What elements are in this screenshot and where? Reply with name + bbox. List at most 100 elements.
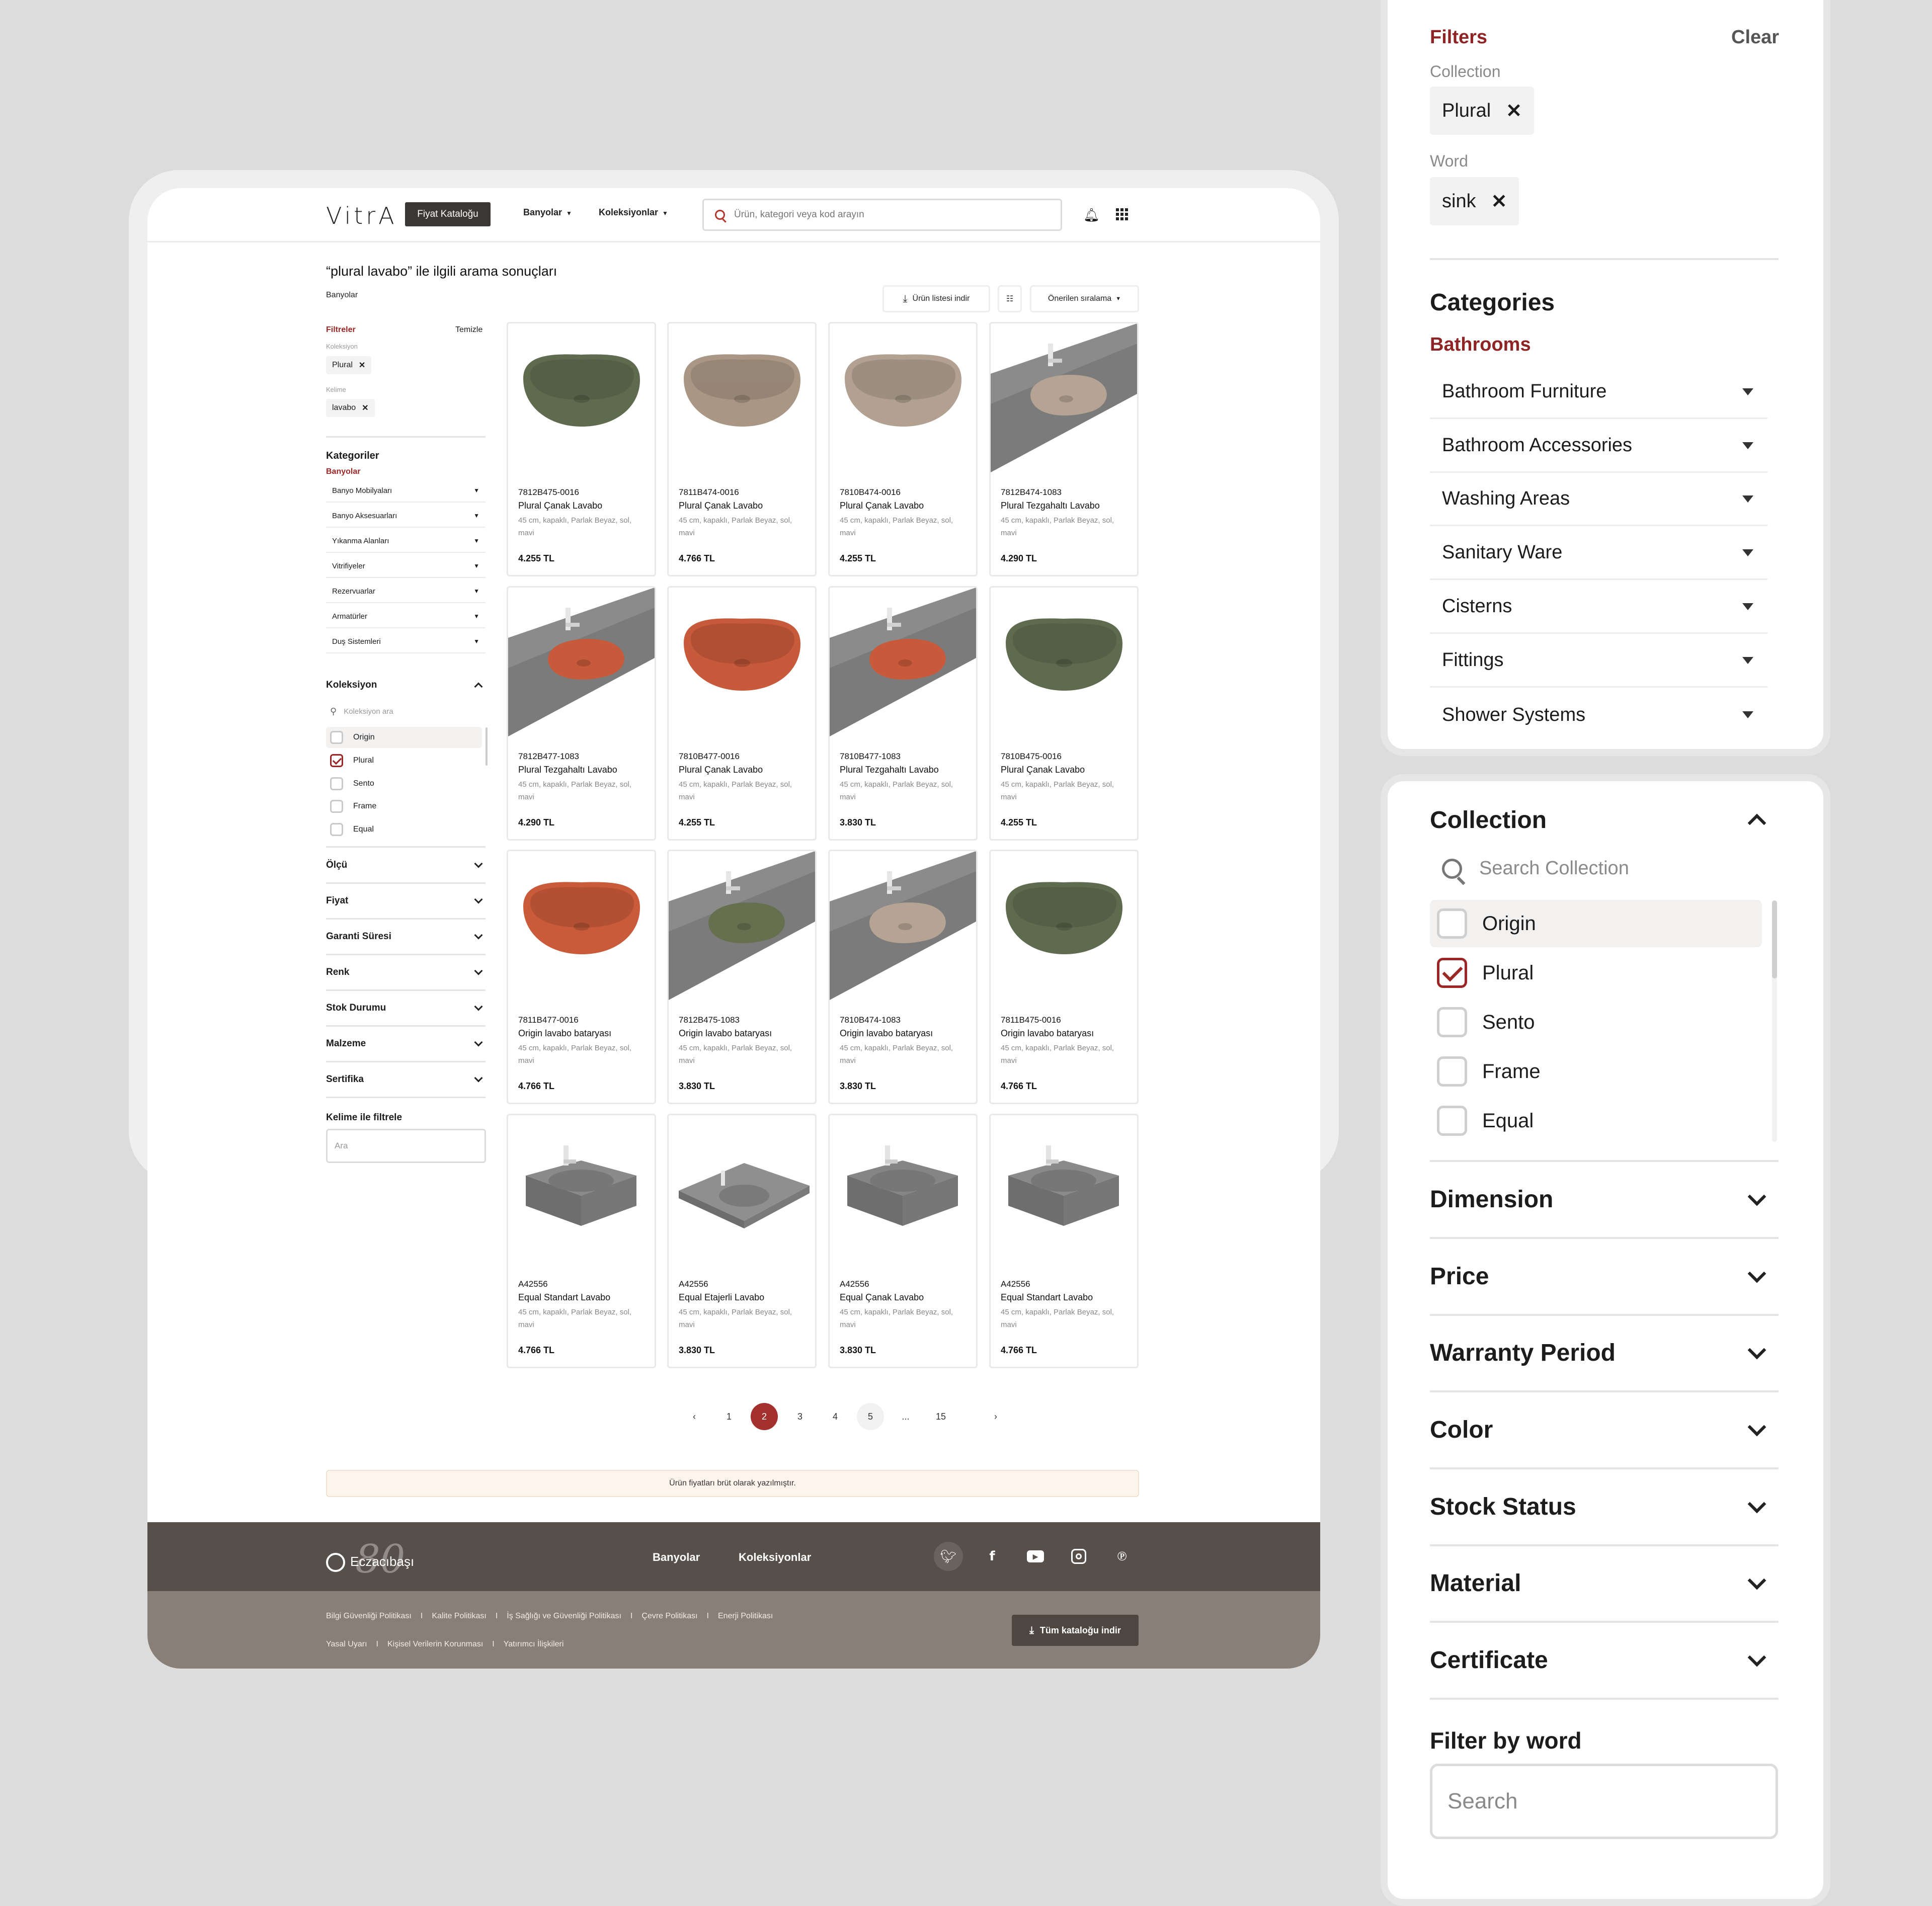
checkbox[interactable] [330, 731, 343, 744]
filter-group-olcu[interactable]: Ölçü [326, 848, 486, 884]
product-card[interactable]: 7811B475-0016 Origin lavabo bataryası 45 c… [989, 850, 1139, 1104]
header-search-input[interactable]: Ürün, kategori veya kod arayın [702, 199, 1062, 231]
product-image[interactable] [830, 1115, 976, 1264]
clear-all-button[interactable]: Clear [1731, 27, 1779, 48]
checkbox[interactable] [1437, 1056, 1467, 1087]
product-card[interactable]: 7812B477-1083 Plural Tezgahaltı Lavabo 45 … [507, 586, 656, 841]
filter-group-renk[interactable]: Renk [326, 955, 486, 991]
eczacibasi-logo[interactable]: 80 Eczacıbaşı [326, 1537, 422, 1582]
product-card[interactable]: A42556 Equal Çanak Lavabo 45 cm, kapaklı, … [828, 1114, 978, 1368]
product-image[interactable] [508, 1115, 655, 1264]
product-card[interactable]: 7811B477-0016 Origin lavabo bataryası 45 c… [507, 850, 656, 1104]
page-button[interactable]: 3 [786, 1403, 814, 1430]
checkbox[interactable] [330, 823, 343, 836]
product-card[interactable]: 7810B477-0016 Plural Çanak Lavabo 45 cm, k… [667, 586, 817, 841]
product-image[interactable] [669, 1115, 815, 1264]
active-filter-chip[interactable]: lavabo ✕ [326, 399, 375, 417]
scrollbar-thumb[interactable] [1772, 900, 1777, 978]
category-item[interactable]: Bathroom Furniture [1430, 366, 1767, 419]
category-item[interactable]: Duş Sistemleri ▼ [326, 630, 486, 653]
nav-banyolar[interactable]: Banyolar ▼ [523, 207, 572, 218]
active-category[interactable]: Bathrooms [1430, 334, 1531, 356]
active-filter-chip[interactable]: Plural ✕ [326, 356, 372, 374]
filter-group-stock[interactable]: Stock Status [1430, 1469, 1779, 1546]
collection-accordion-header[interactable]: Koleksiyon [326, 673, 486, 698]
collection-option[interactable]: Sento [1430, 999, 1762, 1046]
product-card[interactable]: 7810B477-1083 Plural Tezgahaltı Lavabo 45 … [828, 586, 978, 841]
policy-link[interactable]: İş Sağlığı ve Güvenliği Politikası [507, 1612, 621, 1621]
policy-link[interactable]: Yatırımcı İlişkileri [504, 1640, 564, 1649]
product-card[interactable]: 7811B474-0016 Plural Çanak Lavabo 45 cm, k… [667, 322, 817, 576]
policy-link[interactable]: Çevre Politikası [641, 1612, 697, 1621]
pinterest-icon[interactable]: ℗ [1107, 1542, 1137, 1571]
close-icon[interactable]: ✕ [362, 403, 368, 413]
collection-accordion-header[interactable]: Collection [1430, 782, 1779, 858]
product-image[interactable] [508, 588, 655, 736]
word-filter-input[interactable]: Ara [326, 1129, 486, 1163]
category-item[interactable]: Banyo Mobilyaları ▼ [326, 479, 486, 503]
clear-filters-button[interactable]: Temizle [455, 325, 482, 335]
footer-link-banyolar[interactable]: Banyolar [653, 1551, 700, 1564]
category-item[interactable]: Sanitary Ware [1430, 527, 1767, 580]
filter-group-color[interactable]: Color [1430, 1392, 1779, 1469]
twitter-icon[interactable]: 🐦︎ [934, 1542, 963, 1571]
close-icon[interactable]: ✕ [1506, 100, 1522, 122]
filter-group-sertifika[interactable]: Sertifika [326, 1062, 486, 1098]
nav-koleksiyonlar[interactable]: Koleksiyonlar ▼ [599, 207, 668, 218]
collection-option[interactable]: Origin [1430, 900, 1762, 947]
collection-search-input[interactable]: Search Collection [1442, 858, 1629, 885]
page-button[interactable]: 15 [927, 1403, 954, 1430]
product-image[interactable] [991, 588, 1137, 736]
product-card[interactable]: 7810B474-1083 Origin lavabo bataryası 45 c… [828, 850, 978, 1104]
checkbox[interactable] [330, 800, 343, 813]
instagram-icon[interactable] [1064, 1542, 1093, 1571]
collection-option[interactable]: Plural [1430, 949, 1762, 997]
product-card[interactable]: A42556 Equal Etajerli Lavabo 45 cm, kapakl… [667, 1114, 817, 1368]
filter-group-dimension[interactable]: Dimension [1430, 1162, 1779, 1239]
product-card[interactable]: 7812B475-1083 Origin lavabo bataryası 45 c… [667, 850, 817, 1104]
product-card[interactable]: 7810B475-0016 Plural Çanak Lavabo 45 cm, k… [989, 586, 1139, 841]
page-button[interactable]: 1 [715, 1403, 743, 1430]
product-image[interactable] [991, 851, 1137, 1000]
product-image[interactable] [830, 851, 976, 1000]
product-card[interactable]: A42556 Equal Standart Lavabo 45 cm, kapakl… [507, 1114, 656, 1368]
category-item[interactable]: Vitrifiyeler ▼ [326, 555, 486, 578]
download-catalog-button[interactable]: ⤓ Tüm kataloğu indir [1012, 1615, 1139, 1646]
category-item[interactable]: Washing Areas [1430, 473, 1767, 526]
category-item[interactable]: Banyo Aksesuarları ▼ [326, 505, 486, 528]
footer-link-koleksiyonlar[interactable]: Koleksiyonlar [739, 1551, 811, 1564]
breadcrumb[interactable]: Banyolar [326, 291, 358, 300]
filter-group-malzeme[interactable]: Malzeme [326, 1027, 486, 1062]
checkbox[interactable] [1437, 908, 1467, 939]
filter-group-fiyat[interactable]: Fiyat [326, 884, 486, 920]
filter-group-certificate[interactable]: Certificate [1430, 1623, 1779, 1700]
category-item[interactable]: Bathroom Accessories [1430, 420, 1767, 473]
category-item[interactable]: Fittings [1430, 634, 1767, 688]
collection-option[interactable]: Sento [326, 773, 482, 794]
scrollbar[interactable] [486, 727, 488, 766]
sort-dropdown[interactable]: Önerilen sıralama ▼ [1030, 285, 1139, 312]
category-item[interactable]: Yıkanma Alanları ▼ [326, 530, 486, 553]
word-filter-input[interactable]: Search [1430, 1764, 1778, 1839]
product-image[interactable] [508, 851, 655, 1000]
collection-search-input[interactable]: ⚲ Koleksiyon ara [330, 706, 393, 717]
collection-option[interactable]: Equal [1430, 1097, 1762, 1144]
collection-option[interactable]: Frame [326, 796, 482, 817]
category-item[interactable]: Shower Systems [1430, 688, 1767, 741]
product-image[interactable] [991, 323, 1137, 472]
collection-option[interactable]: Equal [326, 819, 482, 840]
product-card[interactable]: 7812B475-0016 Plural Çanak Lavabo 45 cm, k… [507, 322, 656, 576]
product-image[interactable] [830, 323, 976, 472]
price-catalog-badge[interactable]: Fiyat Kataloğu [405, 202, 491, 226]
checkbox-checked[interactable] [1437, 958, 1467, 988]
checkbox[interactable] [1437, 1007, 1467, 1037]
page-button[interactable]: 4 [822, 1403, 849, 1430]
vitra-logo[interactable]: VitrA [326, 202, 397, 229]
bell-icon[interactable]: 🔔︎ [1083, 207, 1100, 223]
product-image[interactable] [669, 323, 815, 472]
product-image[interactable] [669, 851, 815, 1000]
filter-group-material[interactable]: Material [1430, 1546, 1779, 1623]
prev-page-button[interactable]: ‹ [681, 1403, 708, 1430]
category-item[interactable]: Rezervuarlar ▼ [326, 580, 486, 603]
category-item[interactable]: Cisterns [1430, 581, 1767, 634]
